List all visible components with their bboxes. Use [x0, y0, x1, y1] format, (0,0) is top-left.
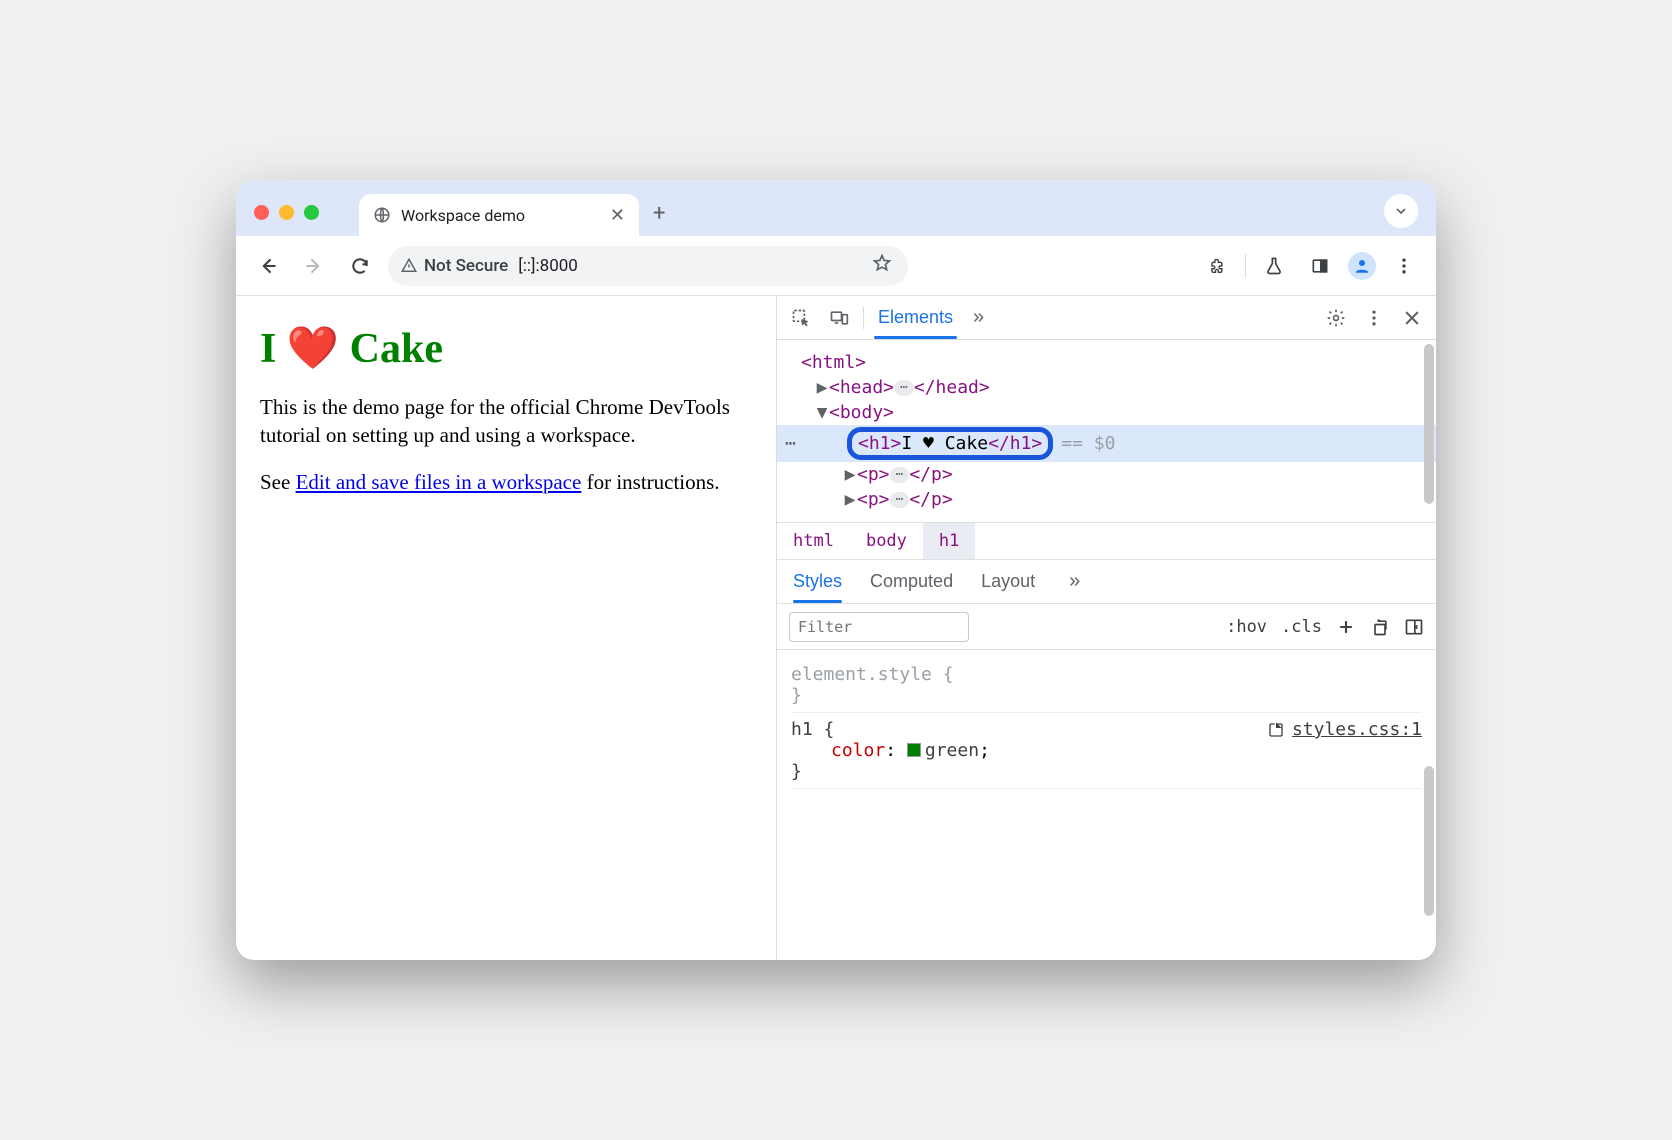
- prop-name: color: [831, 740, 885, 761]
- dom-tree[interactable]: <html> ▶<head> ⋯ </head> ▼<body> ⋯ <h1>I…: [777, 340, 1436, 522]
- address-bar[interactable]: Not Secure [::]:8000: [388, 246, 908, 286]
- dom-node-p2[interactable]: ▶<p> ⋯ </p>: [777, 487, 1436, 512]
- close-tab-icon[interactable]: ✕: [610, 205, 625, 226]
- color-swatch-icon[interactable]: [907, 743, 921, 757]
- scrollbar[interactable]: [1424, 344, 1434, 504]
- tab-computed[interactable]: Computed: [870, 571, 953, 592]
- ellipsis-icon[interactable]: ⋯: [890, 492, 910, 508]
- minimize-window-icon[interactable]: [279, 205, 294, 220]
- tab-layout[interactable]: Layout: [981, 571, 1035, 592]
- inspect-element-icon[interactable]: [787, 304, 815, 332]
- declaration-color[interactable]: color: green;: [791, 740, 1422, 761]
- ellipsis-icon[interactable]: ⋯: [890, 467, 910, 483]
- tab-strip: Workspace demo ✕ +: [236, 180, 1436, 236]
- page-viewport: I ❤️ Cake This is the demo page for the …: [236, 296, 776, 960]
- maximize-window-icon[interactable]: [304, 205, 319, 220]
- bookmark-star-icon[interactable]: [872, 253, 892, 278]
- back-button[interactable]: [250, 248, 286, 284]
- extensions-icon[interactable]: [1199, 248, 1235, 284]
- dom-node-head[interactable]: ▶<head> ⋯ </head>: [777, 375, 1436, 400]
- para2-post: for instructions.: [581, 470, 719, 494]
- settings-gear-icon[interactable]: [1322, 304, 1350, 332]
- highlight-box: <h1>I ♥ Cake</h1>: [847, 427, 1053, 460]
- separator: [863, 307, 864, 329]
- expand-icon[interactable]: ▶: [843, 464, 857, 485]
- tab-styles[interactable]: Styles: [793, 571, 842, 592]
- security-badge[interactable]: Not Secure: [400, 256, 508, 276]
- crumb-body[interactable]: body: [850, 523, 923, 559]
- content-area: I ❤️ Cake This is the demo page for the …: [236, 296, 1436, 960]
- console-reference: == $0: [1053, 433, 1115, 454]
- crumb-html[interactable]: html: [777, 523, 850, 559]
- new-style-rule-icon[interactable]: [1336, 617, 1356, 637]
- device-toggle-icon[interactable]: [825, 304, 853, 332]
- brace-close: }: [791, 685, 1422, 706]
- devtools-panel: Elements » <html> ▶<he: [776, 296, 1436, 960]
- dom-breadcrumb: html body h1: [777, 522, 1436, 560]
- tab-elements[interactable]: Elements: [874, 297, 957, 338]
- para2-pre: See: [260, 470, 296, 494]
- separator: [1245, 254, 1246, 278]
- page-heading: I ❤️ Cake: [260, 324, 752, 373]
- profile-avatar[interactable]: [1348, 252, 1376, 280]
- selector-element-style: element.style {: [791, 664, 1422, 685]
- menu-icon[interactable]: [1386, 248, 1422, 284]
- close-devtools-icon[interactable]: [1398, 304, 1426, 332]
- copy-styles-icon[interactable]: [1370, 617, 1390, 637]
- window-controls: [246, 205, 329, 236]
- workspace-link[interactable]: Edit and save files in a workspace: [296, 470, 582, 494]
- close-window-icon[interactable]: [254, 205, 269, 220]
- browser-tab[interactable]: Workspace demo ✕: [359, 194, 639, 236]
- devtools-toolbar: Elements »: [777, 296, 1436, 340]
- tab-search-button[interactable]: [1384, 194, 1418, 228]
- side-panel-icon[interactable]: [1302, 248, 1338, 284]
- ellipsis-icon[interactable]: ⋯: [894, 380, 914, 396]
- browser-toolbar: Not Secure [::]:8000: [236, 236, 1436, 296]
- dom-node-h1-selected[interactable]: ⋯ <h1>I ♥ Cake</h1> == $0: [777, 425, 1436, 462]
- scrollbar[interactable]: [1424, 766, 1434, 916]
- globe-icon: [373, 206, 391, 224]
- url-text: [::]:8000: [518, 256, 578, 276]
- dom-node-p1[interactable]: ▶<p> ⋯ </p>: [777, 462, 1436, 487]
- security-label: Not Secure: [424, 256, 508, 276]
- devtools-toolbar-right: [1322, 304, 1426, 332]
- dom-node-html[interactable]: <html>: [777, 350, 1436, 375]
- rule-source-link[interactable]: styles.css:1: [1268, 719, 1422, 740]
- tab-title: Workspace demo: [401, 206, 600, 225]
- new-tab-button[interactable]: +: [639, 201, 679, 236]
- more-tabs-icon[interactable]: »: [967, 306, 990, 329]
- styles-filter-input[interactable]: [789, 612, 969, 642]
- labs-icon[interactable]: [1256, 248, 1292, 284]
- prop-value: green: [925, 740, 979, 761]
- kebab-menu-icon[interactable]: [1360, 304, 1388, 332]
- collapse-icon[interactable]: ▼: [815, 402, 829, 423]
- rule-h1[interactable]: styles.css:1 h1 { color: green; }: [791, 713, 1422, 789]
- hov-toggle[interactable]: :hov: [1226, 617, 1267, 637]
- dom-node-body[interactable]: ▼<body>: [777, 400, 1436, 425]
- reload-button[interactable]: [342, 248, 378, 284]
- rule-element-style[interactable]: element.style { }: [791, 658, 1422, 713]
- styles-pane[interactable]: element.style { } styles.css:1 h1 { colo…: [777, 650, 1436, 960]
- styles-tabs: Styles Computed Layout »: [777, 560, 1436, 604]
- browser-window: Workspace demo ✕ + Not Secure [::]:8000: [236, 180, 1436, 960]
- forward-button[interactable]: [296, 248, 332, 284]
- expand-icon[interactable]: ▶: [843, 489, 857, 510]
- toolbar-right: [1199, 248, 1422, 284]
- styles-toolbar: :hov .cls: [777, 604, 1436, 650]
- page-paragraph-2: See Edit and save files in a workspace f…: [260, 468, 752, 496]
- brace-close: }: [791, 761, 1422, 782]
- cls-toggle[interactable]: .cls: [1281, 617, 1322, 637]
- source-label: styles.css:1: [1292, 719, 1422, 740]
- expand-icon[interactable]: ▶: [815, 377, 829, 398]
- page-paragraph-1: This is the demo page for the official C…: [260, 393, 752, 450]
- computed-sidebar-icon[interactable]: [1404, 617, 1424, 637]
- more-styles-tabs-icon[interactable]: »: [1063, 570, 1086, 593]
- crumb-h1[interactable]: h1: [923, 523, 975, 559]
- gutter-actions-icon[interactable]: ⋯: [785, 433, 798, 454]
